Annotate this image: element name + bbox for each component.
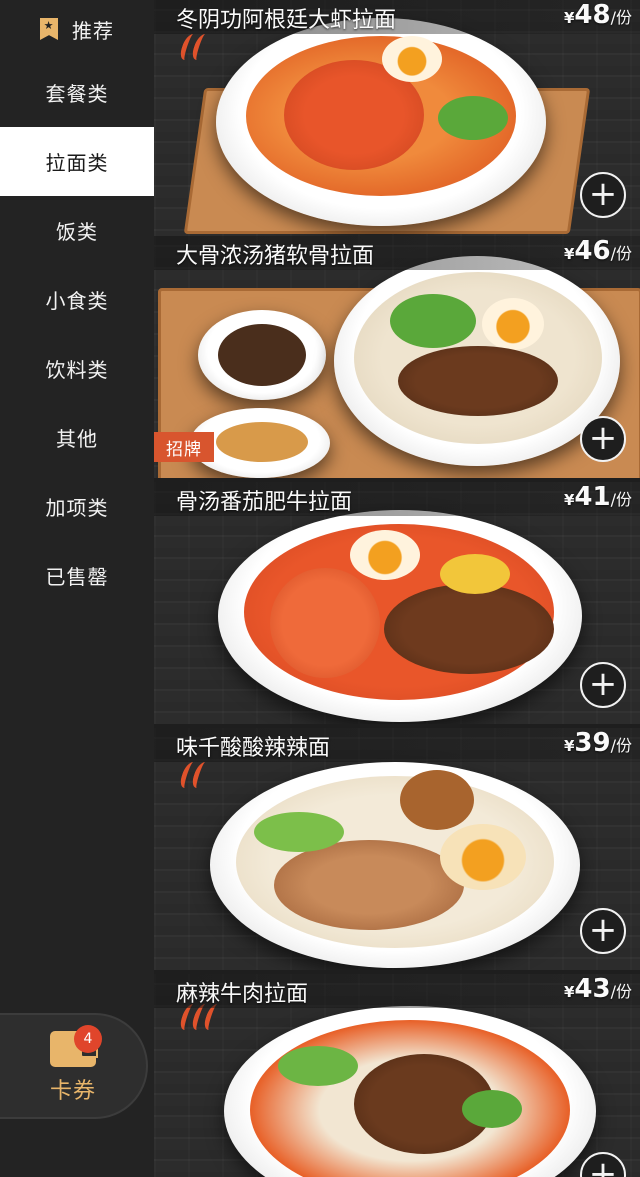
dish-name: 味千酸酸辣辣面 bbox=[176, 736, 331, 761]
dish-header: 麻辣牛肉拉面 ¥43/份 bbox=[154, 974, 640, 1008]
sidebar-item-recommended[interactable]: 推荐 bbox=[0, 0, 154, 58]
dish-price: ¥46/份 bbox=[563, 236, 632, 266]
dish-header: 骨汤番茄肥牛拉面 ¥41/份 bbox=[154, 482, 640, 516]
sidebar-item-ramen[interactable]: 拉面类 bbox=[0, 127, 154, 196]
dish-name: 麻辣牛肉拉面 bbox=[176, 982, 309, 1007]
sidebar-item-set-meals[interactable]: 套餐类 bbox=[0, 58, 154, 127]
add-to-cart-button[interactable]: + bbox=[580, 908, 626, 954]
dish-card[interactable]: 骨汤番茄肥牛拉面 ¥41/份 + bbox=[154, 482, 640, 724]
sidebar-item-label: 加项类 bbox=[45, 496, 109, 520]
steam-icon bbox=[176, 34, 216, 64]
add-to-cart-button[interactable]: + bbox=[580, 416, 626, 462]
sidebar-item-sold-out[interactable]: 已售罄 bbox=[0, 541, 154, 610]
dish-card[interactable]: 大骨浓汤猪软骨拉面 ¥46/份 招牌 + bbox=[154, 236, 640, 478]
dish-header: 冬阴功阿根廷大虾拉面 ¥48/份 bbox=[154, 0, 640, 34]
add-to-cart-button[interactable]: + bbox=[580, 662, 626, 708]
dish-price: ¥39/份 bbox=[563, 728, 632, 758]
sidebar-item-label: 其他 bbox=[56, 427, 98, 451]
dish-header: 大骨浓汤猪软骨拉面 ¥46/份 bbox=[154, 236, 640, 270]
add-to-cart-button[interactable]: + bbox=[580, 1152, 626, 1177]
dish-name: 冬阴功阿根廷大虾拉面 bbox=[176, 8, 397, 33]
coupon-label: 卡券 bbox=[49, 1079, 96, 1104]
sidebar-item-drinks[interactable]: 饮料类 bbox=[0, 334, 154, 403]
category-sidebar: 推荐 套餐类 拉面类 饭类 小食类 饮料类 其他 加项类 已售罄 4 卡券 bbox=[0, 0, 154, 1177]
dish-price: ¥43/份 bbox=[563, 974, 632, 1004]
signature-tag: 招牌 bbox=[154, 432, 214, 462]
dish-list: 冬阴功阿根廷大虾拉面 ¥48/份 + 大骨浓汤猪软骨拉面 ¥46/份 招牌 + … bbox=[154, 0, 640, 1177]
sidebar-item-label: 推荐 bbox=[72, 18, 114, 43]
add-to-cart-button[interactable]: + bbox=[580, 172, 626, 218]
steam-icon bbox=[176, 1004, 232, 1034]
bookmark-star-icon bbox=[40, 18, 58, 40]
dish-card[interactable]: 冬阴功阿根廷大虾拉面 ¥48/份 + bbox=[154, 0, 640, 242]
sidebar-item-label: 已售罄 bbox=[45, 565, 109, 589]
dish-price: ¥41/份 bbox=[563, 482, 632, 512]
sidebar-item-label: 拉面类 bbox=[45, 151, 109, 175]
sidebar-item-snacks[interactable]: 小食类 bbox=[0, 265, 154, 334]
sidebar-item-label: 饭类 bbox=[56, 220, 98, 244]
coupon-count-badge: 4 bbox=[74, 1025, 102, 1053]
app: 推荐 套餐类 拉面类 饭类 小食类 饮料类 其他 加项类 已售罄 4 卡券 bbox=[0, 0, 640, 1177]
dish-card[interactable]: 味千酸酸辣辣面 ¥39/份 + bbox=[154, 728, 640, 970]
sidebar-item-label: 小食类 bbox=[45, 289, 109, 313]
dish-header: 味千酸酸辣辣面 ¥39/份 bbox=[154, 728, 640, 762]
coupon-button[interactable]: 4 卡券 bbox=[0, 1013, 148, 1119]
dish-price: ¥48/份 bbox=[563, 0, 632, 30]
steam-icon bbox=[176, 762, 216, 792]
sidebar-item-label: 套餐类 bbox=[45, 82, 109, 106]
sidebar-item-add-ons[interactable]: 加项类 bbox=[0, 472, 154, 541]
sidebar-item-rice[interactable]: 饭类 bbox=[0, 196, 154, 265]
sidebar-item-others[interactable]: 其他 bbox=[0, 403, 154, 472]
dish-card[interactable]: 麻辣牛肉拉面 ¥43/份 + bbox=[154, 974, 640, 1177]
sidebar-item-label: 饮料类 bbox=[45, 358, 109, 382]
dish-name: 大骨浓汤猪软骨拉面 bbox=[176, 244, 375, 269]
dish-name: 骨汤番茄肥牛拉面 bbox=[176, 490, 353, 515]
